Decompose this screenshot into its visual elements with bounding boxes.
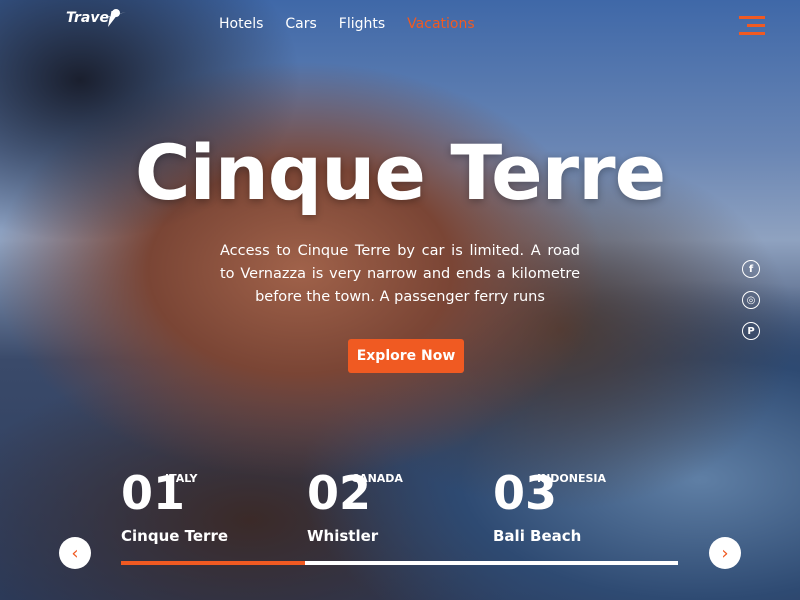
main-nav: Hotels Cars Flights Vacations <box>219 16 475 32</box>
instagram-icon[interactable]: ◎ <box>742 291 760 309</box>
next-arrow-button[interactable]: › <box>709 537 741 569</box>
slide-name: Bali Beach <box>493 527 582 545</box>
slide-name: Whistler <box>307 527 379 545</box>
pinterest-icon[interactable]: P <box>742 322 760 340</box>
nav-flights[interactable]: Flights <box>339 16 385 32</box>
slide-name: Cinque Terre <box>121 527 229 545</box>
nav-cars[interactable]: Cars <box>285 16 316 32</box>
slider-progress <box>121 561 678 565</box>
nav-vacations[interactable]: Vacations <box>407 16 474 32</box>
hamburger-menu-icon[interactable] <box>739 16 765 40</box>
slide-item[interactable]: 02 CANADA Whistler <box>307 470 403 545</box>
hero-description: Access to Cinque Terre by car is limited… <box>220 243 580 305</box>
prev-arrow-button[interactable]: ‹ <box>59 537 91 569</box>
plane-icon <box>98 9 126 27</box>
hero-title: Cinque Terre <box>134 128 666 217</box>
slide-country: ITALY <box>165 472 198 485</box>
slide-item[interactable]: 03 INDONESIA Bali Beach <box>493 470 606 545</box>
logo[interactable]: Travel <box>66 9 126 27</box>
explore-now-button[interactable]: Explore Now <box>348 339 464 373</box>
slide-item[interactable]: 01 ITALY Cinque Terre <box>121 470 228 545</box>
slider-progress-fill <box>121 561 305 565</box>
slide-country: INDONESIA <box>537 472 607 485</box>
slide-country: CANADA <box>351 472 403 485</box>
facebook-icon[interactable]: f <box>742 260 760 278</box>
nav-hotels[interactable]: Hotels <box>219 16 263 32</box>
